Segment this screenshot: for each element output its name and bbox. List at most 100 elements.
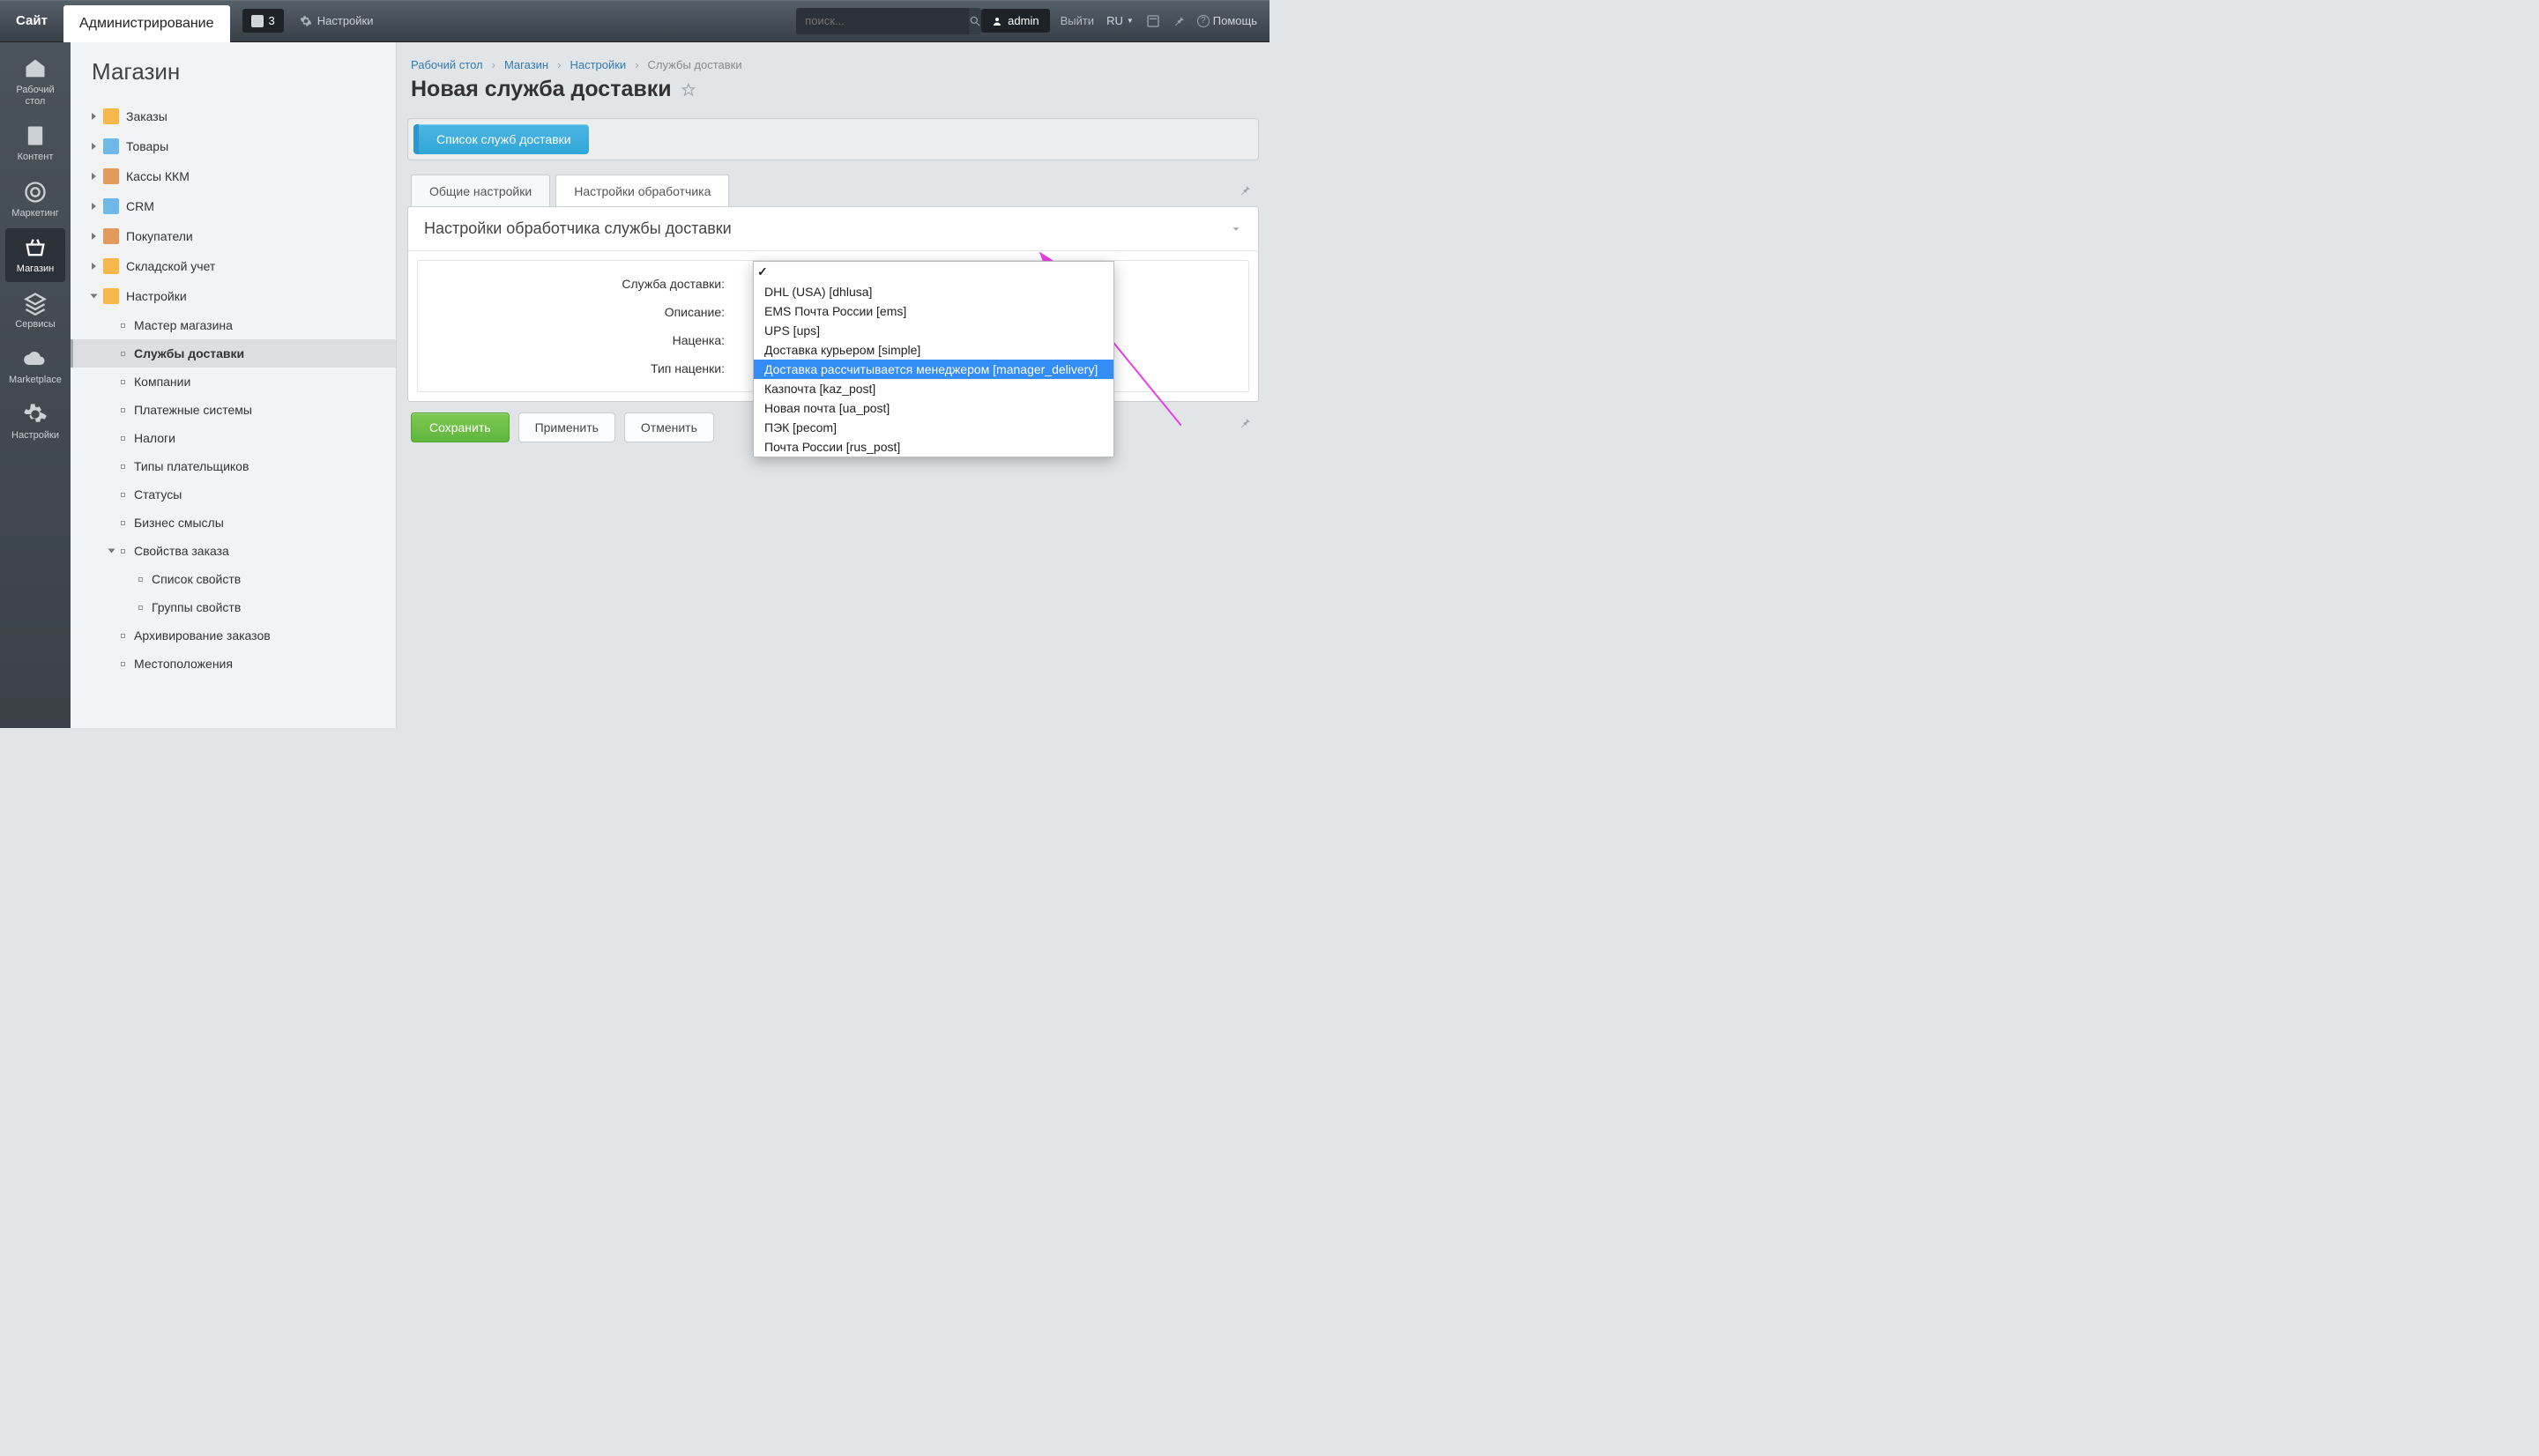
label-description: Описание: [434, 305, 733, 319]
iconbar-services[interactable]: Сервисы [5, 284, 65, 338]
tabs: Общие настройки Настройки обработчика [407, 175, 1259, 207]
pin-footer-button[interactable] [1236, 414, 1254, 432]
logout-link[interactable]: Выйти [1061, 14, 1095, 27]
dropdown-option[interactable]: Доставка рассчитывается менеджером [mana… [754, 360, 1113, 379]
iconbar-label: Сервисы [15, 319, 56, 331]
tab-handler[interactable]: Настройки обработчика [555, 175, 729, 207]
panel: Настройки обработчика службы доставки Сл… [407, 206, 1259, 402]
search-input[interactable] [796, 14, 969, 27]
nav-subitem[interactable]: Архивирование заказов [71, 621, 396, 650]
lang-selector[interactable]: RU ▼ [1106, 14, 1134, 27]
iconbar-shop[interactable]: Магазин [5, 228, 65, 282]
user-name: admin [1008, 14, 1039, 27]
iconbar-marketplace[interactable]: Marketplace [5, 339, 65, 393]
nav-subitem[interactable]: Мастер магазина [71, 311, 396, 339]
user-icon [992, 16, 1002, 26]
pin-tabs-button[interactable] [1236, 182, 1254, 199]
topbar: Сайт Администрирование 3 Настройки admin… [0, 0, 1270, 42]
iconbar-content[interactable]: Контент [5, 116, 65, 170]
iconbar-label: Настройки [11, 430, 59, 442]
cancel-button[interactable]: Отменить [624, 412, 714, 442]
nav-subitem[interactable]: Местоположения [71, 650, 396, 678]
label-margin: Наценка: [434, 333, 733, 347]
nav-item[interactable]: Заказы [71, 101, 396, 131]
nav-subitem[interactable]: Бизнес смыслы [71, 509, 396, 537]
iconbar-marketing[interactable]: Маркетинг [5, 173, 65, 227]
help-icon: ? [1197, 15, 1210, 27]
iconbar-label: Рабочий стол [5, 85, 65, 108]
panel-head[interactable]: Настройки обработчика службы доставки [408, 207, 1258, 251]
gear-icon [300, 15, 312, 27]
nav-item[interactable]: Товары [71, 131, 396, 161]
help-label: Помощь [1213, 14, 1257, 27]
panel-icon[interactable] [1146, 14, 1160, 28]
iconbar-settings[interactable]: Настройки [5, 395, 65, 449]
pin-icon [1239, 184, 1251, 197]
nav-subitem[interactable]: Службы доставки [71, 339, 396, 368]
nav-subsubitem[interactable]: Группы свойств [71, 593, 396, 621]
nav-item[interactable]: Покупатели [71, 221, 396, 251]
save-button[interactable]: Сохранить [411, 412, 510, 442]
tabs-area: Общие настройки Настройки обработчика [407, 175, 1259, 207]
dropdown-option[interactable]: Новая почта [ua_post] [754, 398, 1113, 418]
dropdown-option[interactable]: Казпочта [kaz_post] [754, 379, 1113, 398]
search-box[interactable] [796, 8, 972, 34]
nav-subitem[interactable]: Компании [71, 368, 396, 396]
service-dropdown[interactable]: ✓ DHL (USA) [dhlusa]EMS Почта России [em… [753, 261, 1114, 457]
nav-item[interactable]: Кассы ККМ [71, 161, 396, 191]
label-service: Служба доставки: [434, 277, 733, 291]
tab-site[interactable]: Сайт [0, 0, 63, 42]
nav-subitem[interactable]: Типы плательщиков [71, 452, 396, 480]
help-link[interactable]: ? Помощь [1197, 14, 1257, 27]
notification-badge[interactable]: 3 [242, 9, 284, 33]
iconbar-desktop[interactable]: Рабочий стол [5, 49, 65, 115]
panel-body: Служба доставки: Описание: Наценка: Тип … [417, 260, 1249, 392]
nav-item[interactable]: CRM [71, 191, 396, 221]
home-icon [23, 56, 48, 81]
apply-button[interactable]: Применить [518, 412, 615, 442]
back-to-list-button[interactable]: Список служб доставки [413, 124, 589, 154]
nav-tree: Магазин ЗаказыТоварыКассы ККМCRMПокупате… [71, 42, 397, 728]
nav-subitem[interactable]: Налоги [71, 424, 396, 452]
nav-subitem[interactable]: Свойства заказа [71, 537, 396, 565]
nav-subsubitem[interactable]: Список свойств [71, 565, 396, 593]
dropdown-option[interactable]: ПЭК [pecom] [754, 418, 1113, 437]
iconbar-label: Магазин [17, 264, 54, 275]
dropdown-option[interactable]: Доставка курьером [simple] [754, 340, 1113, 360]
iconbar-label: Маркетинг [11, 208, 58, 219]
page-title: Новая служба доставки [411, 77, 672, 102]
search-button[interactable] [969, 8, 981, 34]
breadcrumb-current: Службы доставки [648, 58, 742, 71]
dropdown-option[interactable]: DHL (USA) [dhlusa] [754, 282, 1113, 301]
dropdown-current-blank[interactable]: ✓ [754, 262, 1113, 282]
user-button[interactable]: admin [981, 9, 1049, 33]
panel-title: Настройки обработчика службы доставки [424, 219, 732, 238]
iconbar-label: Контент [18, 152, 54, 163]
breadcrumb-item[interactable]: Рабочий стол [411, 58, 483, 71]
nav-item[interactable]: Складской учет [71, 251, 396, 281]
label-margin-type: Тип наценки: [434, 361, 733, 375]
nav-subitem[interactable]: Статусы [71, 480, 396, 509]
dropdown-option[interactable]: EMS Почта России [ems] [754, 301, 1113, 321]
dropdown-option[interactable]: Почта России [rus_post] [754, 437, 1113, 457]
dropdown-option[interactable]: UPS [ups] [754, 321, 1113, 340]
basket-icon [23, 235, 48, 260]
favorite-star-icon[interactable] [681, 82, 696, 98]
nav-item[interactable]: Настройки [71, 281, 396, 311]
topbar-settings-label: Настройки [317, 14, 374, 27]
breadcrumb: Рабочий стол› Магазин› Настройки› Службы… [407, 42, 1259, 71]
pin-icon[interactable] [1173, 15, 1185, 27]
nav-subitem[interactable]: Платежные системы [71, 396, 396, 424]
topbar-settings-link[interactable]: Настройки [300, 14, 374, 27]
icon-sidebar: Рабочий стол Контент Маркетинг Магазин С… [0, 42, 71, 728]
tab-general[interactable]: Общие настройки [411, 175, 550, 207]
document-icon [23, 123, 48, 148]
search-icon [969, 15, 981, 27]
gear-icon [23, 402, 48, 427]
tab-admin[interactable]: Администрирование [63, 5, 230, 42]
breadcrumb-item[interactable]: Магазин [504, 58, 548, 71]
breadcrumb-item[interactable]: Настройки [570, 58, 626, 71]
layers-icon [23, 291, 48, 316]
nav-title: Магазин [71, 53, 396, 101]
toolbar-card: Список служб доставки [407, 118, 1259, 160]
